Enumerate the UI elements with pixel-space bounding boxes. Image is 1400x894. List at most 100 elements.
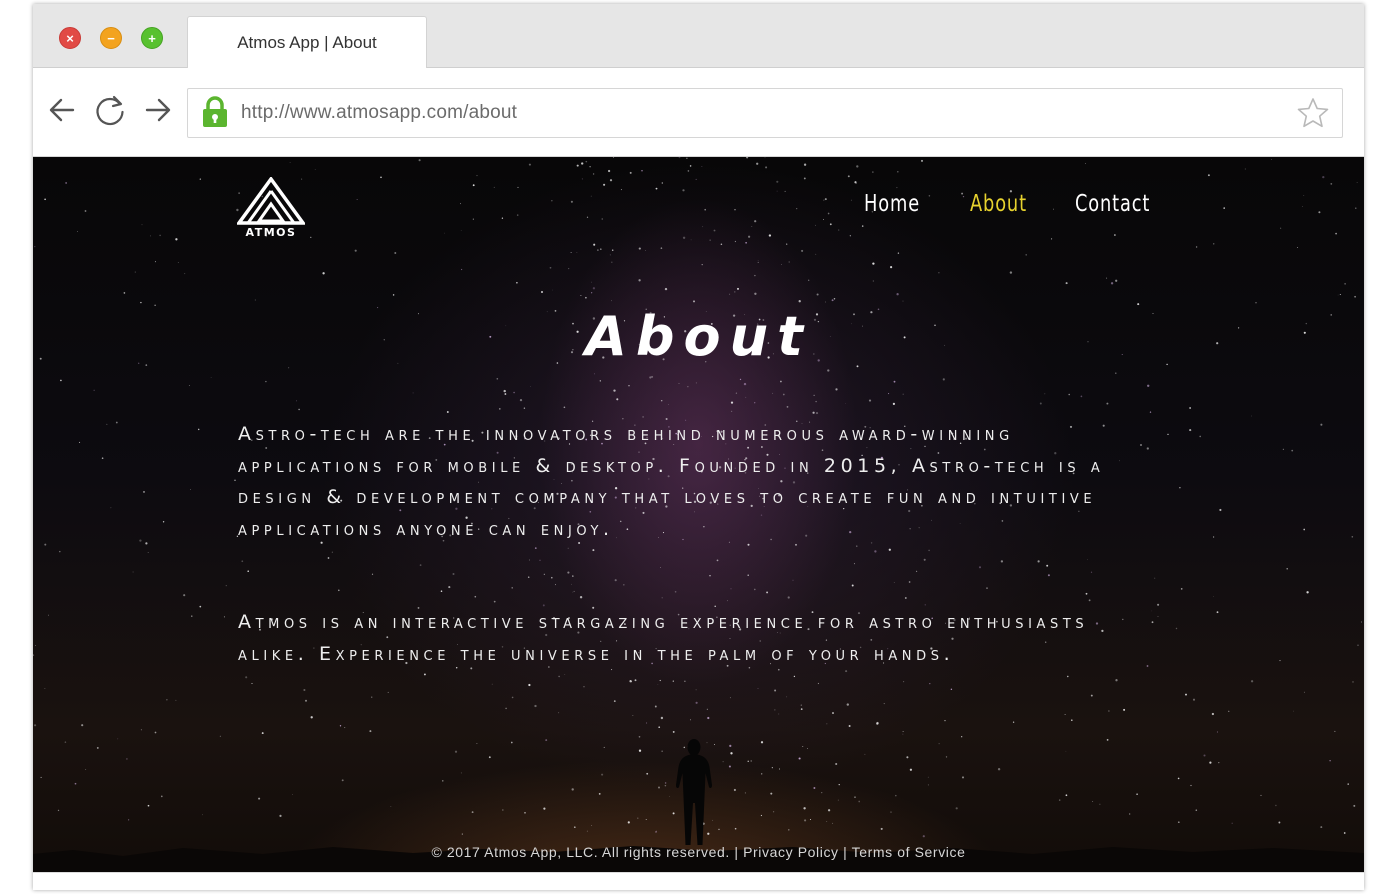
star-dot xyxy=(44,543,47,546)
star-dot xyxy=(634,679,637,682)
star-dot xyxy=(305,699,307,702)
star-dot xyxy=(1203,754,1206,757)
browser-tab-active[interactable]: Atmos App | About xyxy=(187,16,427,69)
star-dot xyxy=(1106,277,1108,279)
star-dot xyxy=(628,385,630,387)
bookmark-star-icon[interactable] xyxy=(1296,96,1330,130)
star-dot xyxy=(638,749,642,752)
star-dot xyxy=(693,300,695,303)
star-dot xyxy=(747,760,749,762)
star-dot xyxy=(779,768,780,770)
star-dot xyxy=(760,814,762,817)
star-dot xyxy=(1115,679,1118,682)
star-dot xyxy=(140,301,142,304)
star-dot xyxy=(858,800,861,803)
star-dot xyxy=(310,716,313,719)
star-dot xyxy=(823,219,824,221)
star-dot xyxy=(620,189,622,191)
star-dot xyxy=(825,301,826,303)
star-dot xyxy=(1190,784,1192,787)
star-dot xyxy=(344,727,346,729)
star-dot xyxy=(101,457,104,460)
star-dot xyxy=(833,298,836,300)
star-dot xyxy=(849,235,851,237)
address-bar[interactable]: http://www.atmosapp.com/about xyxy=(187,88,1343,138)
star-dot xyxy=(872,280,874,282)
star-dot xyxy=(627,821,630,824)
terms-of-service-link[interactable]: Terms of Service xyxy=(852,844,966,860)
star-dot xyxy=(59,550,61,553)
star-dot xyxy=(1039,402,1042,405)
star-dot xyxy=(923,558,926,561)
star-dot xyxy=(909,768,913,771)
star-dot xyxy=(1065,282,1068,285)
star-dot xyxy=(327,557,330,559)
star-dot xyxy=(1167,433,1169,436)
star-dot xyxy=(649,376,652,379)
star-dot xyxy=(815,253,817,255)
star-dot xyxy=(1071,719,1073,721)
star-dot xyxy=(493,186,495,188)
star-dot xyxy=(896,187,898,189)
star-dot xyxy=(57,809,60,812)
star-dot xyxy=(856,165,859,168)
nav-home[interactable]: Home xyxy=(864,191,920,217)
star-dot xyxy=(572,591,574,593)
star-dot xyxy=(661,182,663,184)
star-dot xyxy=(729,293,731,295)
star-dot xyxy=(754,402,756,404)
star-dot xyxy=(796,208,798,210)
star-dot xyxy=(761,773,763,775)
close-window-button[interactable]: × xyxy=(59,27,81,49)
star-dot xyxy=(539,559,541,561)
star-dot xyxy=(835,762,838,766)
star-dot xyxy=(476,175,478,177)
star-dot xyxy=(784,190,786,192)
back-arrow-icon[interactable] xyxy=(47,95,77,125)
star-dot xyxy=(298,408,300,411)
star-dot xyxy=(641,170,643,172)
star-dot xyxy=(77,231,78,233)
star-dot xyxy=(716,559,719,562)
star-dot xyxy=(978,566,982,569)
nav-about[interactable]: About xyxy=(970,191,1027,217)
star-dot xyxy=(660,247,663,249)
star-dot xyxy=(199,178,201,180)
nav-contact[interactable]: Contact xyxy=(1075,191,1150,217)
star-dot xyxy=(855,182,857,184)
star-dot xyxy=(1250,680,1254,683)
star-dot xyxy=(757,688,759,690)
star-dot xyxy=(511,696,514,699)
star-dot xyxy=(1279,660,1281,662)
star-dot xyxy=(1065,750,1067,752)
star-dot xyxy=(728,765,731,768)
star-dot xyxy=(848,725,851,727)
privacy-policy-link[interactable]: Privacy Policy xyxy=(743,844,839,860)
star-dot xyxy=(177,262,179,264)
star-dot xyxy=(838,229,840,231)
star-dot xyxy=(748,235,751,238)
star-dot xyxy=(927,776,929,778)
reload-icon[interactable] xyxy=(93,93,127,127)
star-dot xyxy=(1330,183,1333,185)
star-dot xyxy=(1320,423,1323,426)
star-dot xyxy=(1291,449,1294,452)
minimize-window-button[interactable]: − xyxy=(100,27,122,49)
star-dot xyxy=(581,178,583,180)
star-dot xyxy=(803,177,806,180)
star-dot xyxy=(1046,564,1049,567)
star-dot xyxy=(64,741,67,743)
star-dot xyxy=(452,573,455,575)
star-dot xyxy=(800,704,802,706)
star-dot xyxy=(654,705,657,708)
maximize-window-button[interactable]: + xyxy=(141,27,163,49)
star-dot xyxy=(106,423,108,425)
star-dot xyxy=(613,700,616,702)
star-dot xyxy=(637,817,639,819)
star-dot xyxy=(558,712,560,714)
star-dot xyxy=(771,767,773,769)
star-dot xyxy=(847,175,850,178)
star-dot xyxy=(845,670,848,673)
forward-arrow-icon[interactable] xyxy=(143,95,173,125)
star-dot xyxy=(580,295,582,296)
